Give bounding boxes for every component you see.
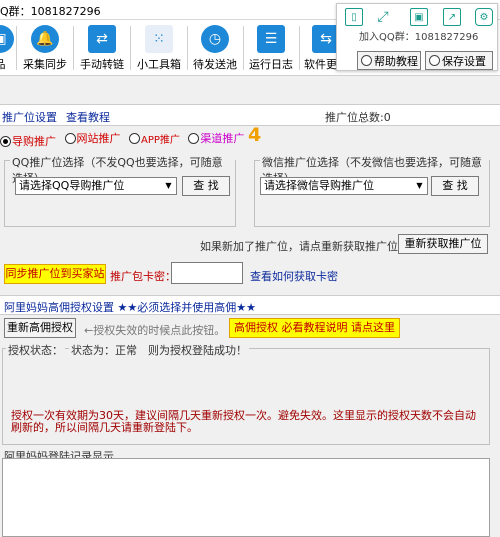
auth-section-title: 阿里妈妈高佣授权设置 ★★必须选择并使用高佣★★ <box>4 301 256 314</box>
help-button[interactable]: 帮助教程 <box>357 51 421 70</box>
wx-select-value: 请选择微信导购推广位 <box>264 179 374 192</box>
radio-label: APP推广 <box>141 134 180 146</box>
expand-icon[interactable]: ⤢ <box>374 8 392 26</box>
toolbar-separator <box>130 26 131 70</box>
toolbar-item-toolbox[interactable]: ⁙ 小工具箱 <box>133 23 185 75</box>
toolbar-item-log[interactable]: ☰ 运行日志 <box>245 23 297 75</box>
radio-label: 渠道推广 <box>200 132 245 145</box>
toolbar-separator <box>243 26 244 70</box>
save-icon[interactable]: ▣ <box>410 8 428 26</box>
card-label: 推广包卡密： <box>110 270 176 283</box>
refresh-promo-button[interactable]: 重新获取推广位 <box>398 234 488 254</box>
toolbar-item-collect[interactable]: 🔔 采集同步 <box>19 23 71 75</box>
radio-circle <box>0 135 11 147</box>
floating-panel: ▯ ⤢ ▣ ↗ ⚙ 加入QQ群：1081827296 帮助教程 保存设置 <box>336 3 498 71</box>
shop-icon: ▣ <box>0 25 14 53</box>
card-input[interactable] <box>171 262 243 284</box>
promo-settings-link[interactable]: 推广位设置 <box>2 109 57 125</box>
reauth-button[interactable]: 重新高佣授权 <box>4 318 76 338</box>
step-number: 4 <box>248 124 262 146</box>
transfer-icon: ⇄ <box>88 25 116 53</box>
reauth-hint: ←授权失效的时候点此按钮。 <box>84 324 226 337</box>
radio-guide[interactable]: 导购推广 <box>0 133 56 149</box>
toolbar-separator <box>187 26 188 70</box>
toolbar-label: 品 <box>0 58 6 71</box>
toolbar-item-send-pool[interactable]: ◷ 待发送池 <box>189 23 241 75</box>
radio-icon <box>429 55 440 66</box>
wx-find-button[interactable]: 查 找 <box>431 176 479 196</box>
how-to-get-card-link[interactable]: 查看如何获取卡密 <box>250 268 338 284</box>
chevron-down-icon: ▼ <box>165 181 172 190</box>
radio-icon <box>361 55 372 66</box>
qq-select-value: 请选择QQ导购推广位 <box>19 179 125 192</box>
qq-group-text: Q群：1081827296 <box>0 5 101 18</box>
radio-website[interactable]: 网站推广 <box>64 130 121 146</box>
help-label: 帮助教程 <box>374 54 418 68</box>
toolbar-label: 待发送池 <box>193 58 237 71</box>
bell-icon: 🔔 <box>31 25 59 53</box>
login-log-area[interactable] <box>2 458 490 537</box>
toolbar-label: 运行日志 <box>249 58 293 71</box>
auth-note: 授权一次有效期为30天，建议间隔几天重新授权一次。避免失效。这里显示的授权天数不… <box>11 409 476 434</box>
refresh-hint: 如果新加了推广位，请点重新获取推广位 <box>200 240 398 253</box>
toolbar-label: 手动转链 <box>80 58 124 71</box>
qq-promo-group: QQ推广位选择（不发QQ也要选择，可随意选择） 请选择QQ导购推广位 ▼ 查 找 <box>4 154 236 227</box>
save-label: 保存设置 <box>442 54 486 68</box>
radio-circle <box>129 132 140 144</box>
radio-app[interactable]: APP推广 <box>129 131 180 146</box>
toolbar-item-shop[interactable]: ▣ 品 <box>0 23 14 75</box>
sync-promo-button[interactable]: 同步推广位到买家站 <box>4 264 106 284</box>
auth-status-title: 授权状态： <box>6 342 65 358</box>
gear-icon[interactable]: ⚙ <box>475 8 493 26</box>
wx-promo-select[interactable]: 请选择微信导购推广位 ▼ <box>260 177 428 195</box>
chevron-down-icon: ▼ <box>416 181 423 190</box>
toolbar-separator <box>73 26 74 70</box>
phone-icon[interactable]: ▯ <box>345 8 363 26</box>
radio-circle <box>64 132 76 144</box>
toolbar-label: 采集同步 <box>23 58 67 71</box>
wx-promo-group: 微信推广位选择（不发微信也要选择，可随意选择） 请选择微信导购推广位 ▼ 查 找 <box>254 154 490 227</box>
radio-label: 导购推广 <box>12 135 56 148</box>
auth-status-text: 状态为：正常 则为授权登陆成功！ <box>69 342 249 358</box>
qq-find-button[interactable]: 查 找 <box>182 176 230 196</box>
radio-channel[interactable]: 渠道推广 <box>188 130 244 146</box>
auth-section-header: 阿里妈妈高佣授权设置 ★★必须选择并使用高佣★★ <box>0 295 500 315</box>
log-icon: ☰ <box>257 25 285 53</box>
radio-label: 网站推广 <box>76 132 121 145</box>
clock-icon: ◷ <box>201 25 229 53</box>
save-settings-button[interactable]: 保存设置 <box>425 51 493 70</box>
tutorial-link[interactable]: 查看教程 <box>66 109 110 125</box>
auth-guide-button[interactable]: 高佣授权 必看教程说明 请点这里 <box>229 318 400 338</box>
share-icon[interactable]: ↗ <box>443 8 461 26</box>
toolbar-label: 小工具箱 <box>137 58 181 71</box>
join-qq-text: 加入QQ群：1081827296 <box>359 32 479 43</box>
toolbar-separator <box>16 26 17 70</box>
toolbox-icon: ⁙ <box>145 25 173 53</box>
nav-bar: 推广位设置 查看教程 推广位总数:0 <box>0 104 500 126</box>
radio-circle <box>188 132 200 144</box>
promo-total: 推广位总数:0 <box>325 111 391 124</box>
auth-status-box: 授权状态： 状态为：正常 则为授权登陆成功！ 授权一次有效期为30天，建议间隔几… <box>2 342 490 445</box>
toolbar-item-transfer[interactable]: ⇄ 手动转链 <box>76 23 128 75</box>
qq-promo-select[interactable]: 请选择QQ导购推广位 ▼ <box>15 177 177 195</box>
